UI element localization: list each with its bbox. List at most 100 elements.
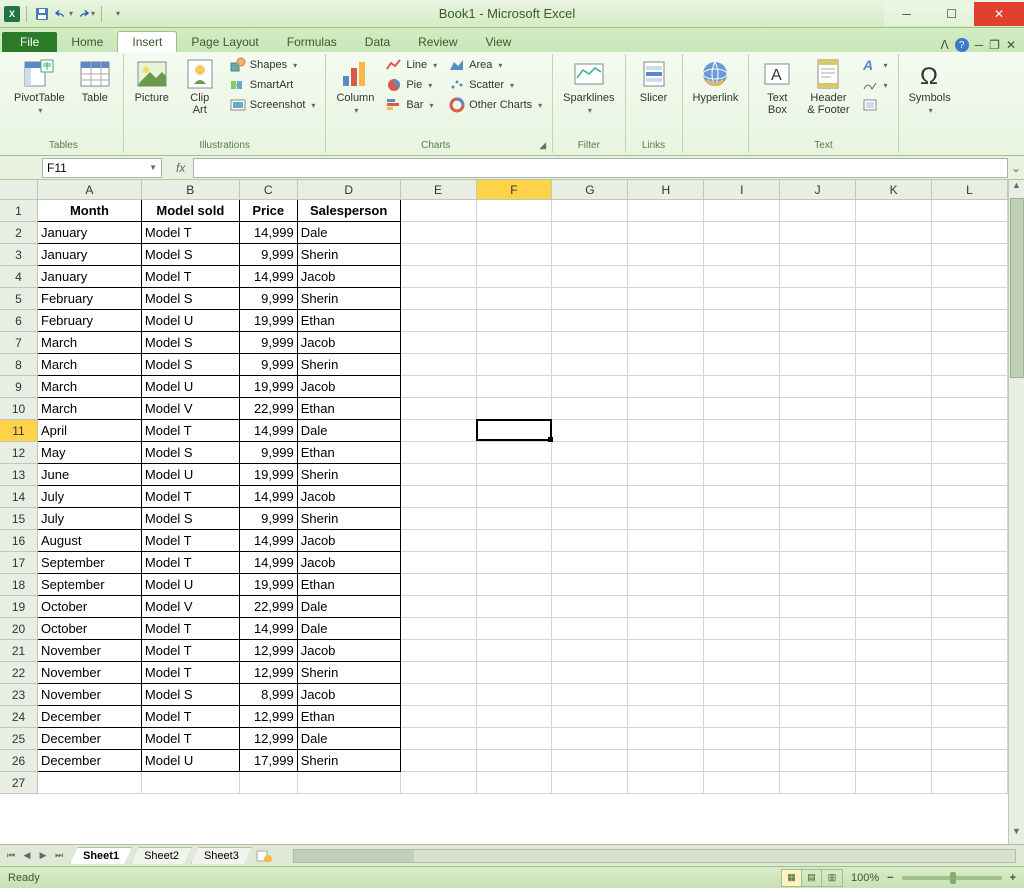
- cell[interactable]: [704, 332, 780, 354]
- select-all-button[interactable]: [0, 180, 38, 200]
- cell[interactable]: [856, 200, 932, 222]
- cell[interactable]: 9,999: [240, 332, 298, 354]
- cell[interactable]: [628, 728, 704, 750]
- cell[interactable]: [856, 596, 932, 618]
- cell[interactable]: [38, 772, 142, 794]
- cell[interactable]: [628, 640, 704, 662]
- cell[interactable]: [401, 662, 477, 684]
- cell[interactable]: [780, 310, 856, 332]
- cell[interactable]: October: [38, 618, 142, 640]
- name-box[interactable]: F11▼: [42, 158, 162, 178]
- cell[interactable]: [628, 266, 704, 288]
- cell[interactable]: [932, 266, 1008, 288]
- cell[interactable]: [628, 354, 704, 376]
- cell[interactable]: [780, 728, 856, 750]
- cell[interactable]: [401, 706, 477, 728]
- cell[interactable]: [856, 376, 932, 398]
- cell[interactable]: [552, 772, 628, 794]
- cell[interactable]: [856, 618, 932, 640]
- column-header[interactable]: A: [38, 180, 142, 200]
- cell[interactable]: [780, 398, 856, 420]
- cell[interactable]: [704, 244, 780, 266]
- cell[interactable]: [780, 420, 856, 442]
- row-header[interactable]: 8: [0, 354, 38, 376]
- cell[interactable]: [856, 662, 932, 684]
- zoom-out-button[interactable]: −: [887, 872, 893, 884]
- cell[interactable]: [932, 750, 1008, 772]
- cell[interactable]: [477, 728, 553, 750]
- cell[interactable]: [628, 200, 704, 222]
- cell[interactable]: [477, 750, 553, 772]
- row-header[interactable]: 24: [0, 706, 38, 728]
- cell[interactable]: 22,999: [240, 398, 298, 420]
- cell[interactable]: Jacob: [298, 266, 401, 288]
- cell[interactable]: [932, 618, 1008, 640]
- cell[interactable]: 14,999: [240, 420, 298, 442]
- cell[interactable]: [552, 288, 628, 310]
- row-header[interactable]: 23: [0, 684, 38, 706]
- cell[interactable]: [401, 684, 477, 706]
- cell[interactable]: [401, 530, 477, 552]
- cell[interactable]: [401, 288, 477, 310]
- cell[interactable]: [477, 200, 553, 222]
- scatter-chart-button[interactable]: Scatter▾: [445, 76, 546, 94]
- cell[interactable]: Model T: [142, 266, 240, 288]
- bar-chart-button[interactable]: Bar▾: [382, 96, 441, 114]
- spreadsheet-grid[interactable]: ABCDEFGHIJKL 123456789101112131415161718…: [0, 180, 1024, 844]
- cell[interactable]: [628, 244, 704, 266]
- cell[interactable]: Sherin: [298, 662, 401, 684]
- cell[interactable]: December: [38, 750, 142, 772]
- cell[interactable]: 19,999: [240, 574, 298, 596]
- cell[interactable]: [856, 222, 932, 244]
- line-chart-button[interactable]: Line▾: [382, 56, 441, 74]
- cell[interactable]: [401, 772, 477, 794]
- cell[interactable]: 14,999: [240, 222, 298, 244]
- cell[interactable]: [401, 266, 477, 288]
- cell[interactable]: [780, 640, 856, 662]
- cell[interactable]: [780, 530, 856, 552]
- cell[interactable]: [856, 772, 932, 794]
- cell[interactable]: [628, 288, 704, 310]
- cell[interactable]: [477, 442, 553, 464]
- pie-chart-button[interactable]: Pie▾: [382, 76, 441, 94]
- cell[interactable]: [552, 574, 628, 596]
- cell[interactable]: [856, 244, 932, 266]
- cell[interactable]: [932, 244, 1008, 266]
- headerfooter-button[interactable]: Header & Footer: [803, 56, 853, 118]
- row-header[interactable]: 19: [0, 596, 38, 618]
- cell[interactable]: 19,999: [240, 310, 298, 332]
- cell[interactable]: Model S: [142, 684, 240, 706]
- column-header[interactable]: G: [552, 180, 628, 200]
- cell[interactable]: Jacob: [298, 332, 401, 354]
- cell[interactable]: 12,999: [240, 728, 298, 750]
- cell[interactable]: April: [38, 420, 142, 442]
- cell[interactable]: [552, 662, 628, 684]
- cell[interactable]: [628, 618, 704, 640]
- cell[interactable]: [552, 442, 628, 464]
- cell[interactable]: 12,999: [240, 662, 298, 684]
- cell[interactable]: November: [38, 662, 142, 684]
- cell[interactable]: [856, 332, 932, 354]
- cell[interactable]: [552, 530, 628, 552]
- sheet-tab[interactable]: Sheet2: [131, 847, 192, 864]
- cell[interactable]: 9,999: [240, 508, 298, 530]
- cell[interactable]: [552, 728, 628, 750]
- cell[interactable]: [932, 706, 1008, 728]
- cell[interactable]: [477, 574, 553, 596]
- tab-page-layout[interactable]: Page Layout: [177, 32, 272, 52]
- cell[interactable]: [628, 376, 704, 398]
- cell[interactable]: [780, 750, 856, 772]
- cell[interactable]: [932, 222, 1008, 244]
- cell[interactable]: [856, 266, 932, 288]
- cell[interactable]: Model S: [142, 244, 240, 266]
- row-header[interactable]: 1: [0, 200, 38, 222]
- cell[interactable]: [552, 464, 628, 486]
- cell[interactable]: [552, 200, 628, 222]
- cell[interactable]: [401, 508, 477, 530]
- cell[interactable]: January: [38, 244, 142, 266]
- row-header[interactable]: 17: [0, 552, 38, 574]
- new-sheet-button[interactable]: [255, 849, 273, 863]
- cell[interactable]: August: [38, 530, 142, 552]
- cell[interactable]: [856, 728, 932, 750]
- row-header[interactable]: 26: [0, 750, 38, 772]
